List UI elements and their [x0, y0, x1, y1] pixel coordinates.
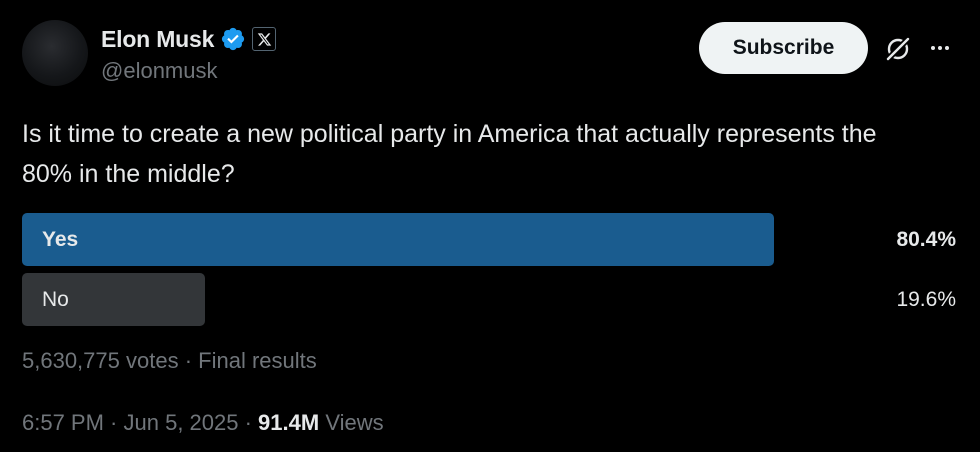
- subscribe-button[interactable]: Subscribe: [699, 22, 868, 74]
- poll-vote-count: 5,630,775 votes: [22, 348, 179, 373]
- poll-option-label: Yes: [42, 227, 79, 251]
- avatar[interactable]: [22, 20, 88, 86]
- tweet-time[interactable]: 6:57 PM: [22, 410, 104, 435]
- tweet-metadata: 6:57 PM · Jun 5, 2025 · 91.4M Views: [22, 410, 384, 436]
- separator: ·: [238, 410, 259, 435]
- x-affiliation-icon[interactable]: [252, 27, 277, 51]
- poll-option-percent: 80.4%: [896, 228, 956, 251]
- author-name-row: Elon Musk: [101, 24, 277, 54]
- poll-status: Final results: [198, 348, 317, 373]
- tweet-text: Is it time to create a new political par…: [22, 120, 877, 188]
- poll-option-yes: Yes: [22, 213, 774, 266]
- poll-option-no: No: [22, 273, 205, 326]
- author-handle[interactable]: @elonmusk: [101, 58, 218, 84]
- views-count[interactable]: 91.4M: [258, 410, 319, 435]
- verified-badge-icon[interactable]: [220, 26, 246, 52]
- tweet-date[interactable]: Jun 5, 2025: [124, 410, 239, 435]
- poll-option-label: No: [42, 287, 69, 311]
- separator: ·: [103, 410, 124, 435]
- views-label: Views: [325, 410, 384, 435]
- poll-footer: 5,630,775 votes · Final results: [22, 348, 317, 374]
- grok-icon[interactable]: [884, 35, 912, 63]
- separator: ·: [178, 348, 199, 373]
- poll-option-percent: 19.6%: [896, 288, 956, 311]
- more-horizontal-icon[interactable]: [928, 36, 952, 60]
- author-display-name[interactable]: Elon Musk: [101, 26, 214, 53]
